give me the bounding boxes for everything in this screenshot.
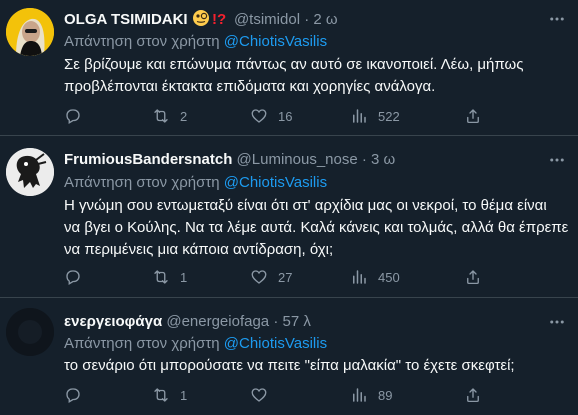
tweet-text: Σε βρίζουμε και επώνυμα πάντως αν αυτό σ…: [64, 54, 569, 98]
view-count: 89: [378, 387, 393, 403]
tweet-text-line: να βγει ο Κούλης. Να τα λέμε αυτά. Καλά …: [64, 219, 569, 236]
tweet-header: FrumiousBandersnatch @Luminous_nose · 3 …: [64, 150, 395, 170]
reply-context: Απάντηση στον χρήστη @ChiotisVasilis: [64, 32, 327, 52]
tweet-text-line: προβλέπονται έκτακτα επιδόματα και χορηγ…: [64, 78, 436, 95]
more-options-icon[interactable]: [548, 313, 566, 331]
tweet-1[interactable]: OLGA TSIMIDAKI !? @tsimidol · 2 ω Απάντη…: [0, 0, 578, 135]
more-options-icon[interactable]: [548, 151, 566, 169]
reply-icon: [66, 388, 80, 403]
views-chart-icon: [353, 388, 366, 402]
share-button[interactable]: [464, 267, 482, 287]
badge-emojis: !?: [192, 9, 230, 33]
reply-icon: [66, 109, 80, 124]
user-handle[interactable]: @energeiofaga: [166, 313, 269, 330]
view-count: 522: [378, 108, 400, 124]
display-name[interactable]: FrumiousBandersnatch: [64, 151, 232, 168]
reply-prefix: Απάντηση στον χρήστη: [64, 335, 220, 352]
retweet-count: 2: [180, 108, 188, 124]
retweet-button[interactable]: 1: [152, 267, 187, 287]
reply-icon: [66, 270, 80, 285]
avatar-image: [6, 148, 54, 196]
heart-icon: [251, 270, 267, 284]
views-button[interactable]: 89: [350, 385, 392, 405]
separator-dot: ·: [304, 11, 310, 28]
heart-icon: [251, 109, 267, 123]
tweet-3[interactable]: ενεργειοφάγα @energeiofaga · 57 λ Απάντη…: [0, 298, 578, 415]
avatar[interactable]: [6, 308, 54, 356]
tweet-header: OLGA TSIMIDAKI !? @tsimidol · 2 ω: [64, 9, 338, 33]
like-count: 27: [278, 269, 293, 285]
share-button[interactable]: [464, 385, 482, 405]
avatar-image: [6, 308, 54, 356]
tweet-text: το σενάριο ότι μπορούσατε να πειτε "είπα…: [64, 355, 569, 377]
view-count: 450: [378, 269, 400, 285]
avatar[interactable]: [6, 8, 54, 56]
tweet-text-line: το σενάριο ότι μπορούσατε να πειτε "είπα…: [64, 357, 515, 374]
timestamp[interactable]: 3 ω: [371, 151, 395, 168]
reply-button[interactable]: [64, 267, 92, 287]
display-name[interactable]: OLGA TSIMIDAKI: [64, 11, 188, 28]
like-count: 16: [278, 108, 293, 124]
reply-prefix: Απάντηση στον χρήστη: [64, 33, 220, 50]
tweet-text-line: να περιμένεις μια κάποια αντίδραση, όχι;: [64, 241, 334, 258]
avatar-image: [6, 8, 54, 56]
reply-button[interactable]: [64, 385, 92, 405]
tweet-text-line: Σε βρίζουμε και επώνυμα πάντως αν αυτό σ…: [64, 56, 524, 73]
tweet-header: ενεργειοφάγα @energeiofaga · 57 λ: [64, 312, 311, 332]
views-button[interactable]: 450: [350, 267, 400, 287]
reply-context: Απάντηση στον χρήστη @ChiotisVasilis: [64, 334, 327, 354]
svg-text:!?: !?: [212, 11, 226, 27]
reply-mention-link[interactable]: @ChiotisVasilis: [224, 335, 327, 352]
timestamp[interactable]: 57 λ: [283, 313, 311, 330]
retweet-button[interactable]: 2: [152, 106, 187, 126]
reply-mention-link[interactable]: @ChiotisVasilis: [224, 174, 327, 191]
tweet-text: Η γνώμη σου εντωμεταξύ είναι ότι στ' αρχ…: [64, 195, 569, 261]
views-button[interactable]: 522: [350, 106, 400, 126]
like-button[interactable]: [250, 385, 278, 405]
share-icon: [467, 109, 479, 124]
reply-context: Απάντηση στον χρήστη @ChiotisVasilis: [64, 173, 327, 193]
retweet-icon: [154, 270, 168, 284]
user-handle[interactable]: @Luminous_nose: [237, 151, 358, 168]
retweet-button[interactable]: 1: [152, 385, 187, 405]
emoji-badge-icon: !?: [192, 10, 226, 28]
retweet-icon: [154, 388, 168, 402]
like-button[interactable]: 16: [250, 106, 292, 126]
reply-mention-link[interactable]: @ChiotisVasilis: [224, 33, 327, 50]
reply-button[interactable]: [64, 106, 92, 126]
heart-icon: [251, 388, 267, 402]
like-button[interactable]: 27: [250, 267, 292, 287]
retweet-count: 1: [180, 387, 188, 403]
share-icon: [467, 270, 479, 285]
share-button[interactable]: [464, 106, 482, 126]
retweet-count: 1: [180, 269, 188, 285]
display-name[interactable]: ενεργειοφάγα: [64, 313, 162, 330]
timestamp[interactable]: 2 ω: [313, 11, 337, 28]
separator-dot: ·: [273, 313, 279, 330]
views-chart-icon: [353, 270, 366, 284]
share-icon: [467, 388, 479, 403]
reply-prefix: Απάντηση στον χρήστη: [64, 174, 220, 191]
tweet-2[interactable]: FrumiousBandersnatch @Luminous_nose · 3 …: [0, 136, 578, 294]
views-chart-icon: [353, 109, 366, 123]
more-options-icon[interactable]: [548, 10, 566, 28]
user-handle[interactable]: @tsimidol: [234, 11, 300, 28]
separator-dot: ·: [361, 151, 367, 168]
tweet-text-line: Η γνώμη σου εντωμεταξύ είναι ότι στ' αρχ…: [64, 197, 547, 214]
retweet-icon: [154, 109, 168, 123]
avatar[interactable]: [6, 148, 54, 196]
